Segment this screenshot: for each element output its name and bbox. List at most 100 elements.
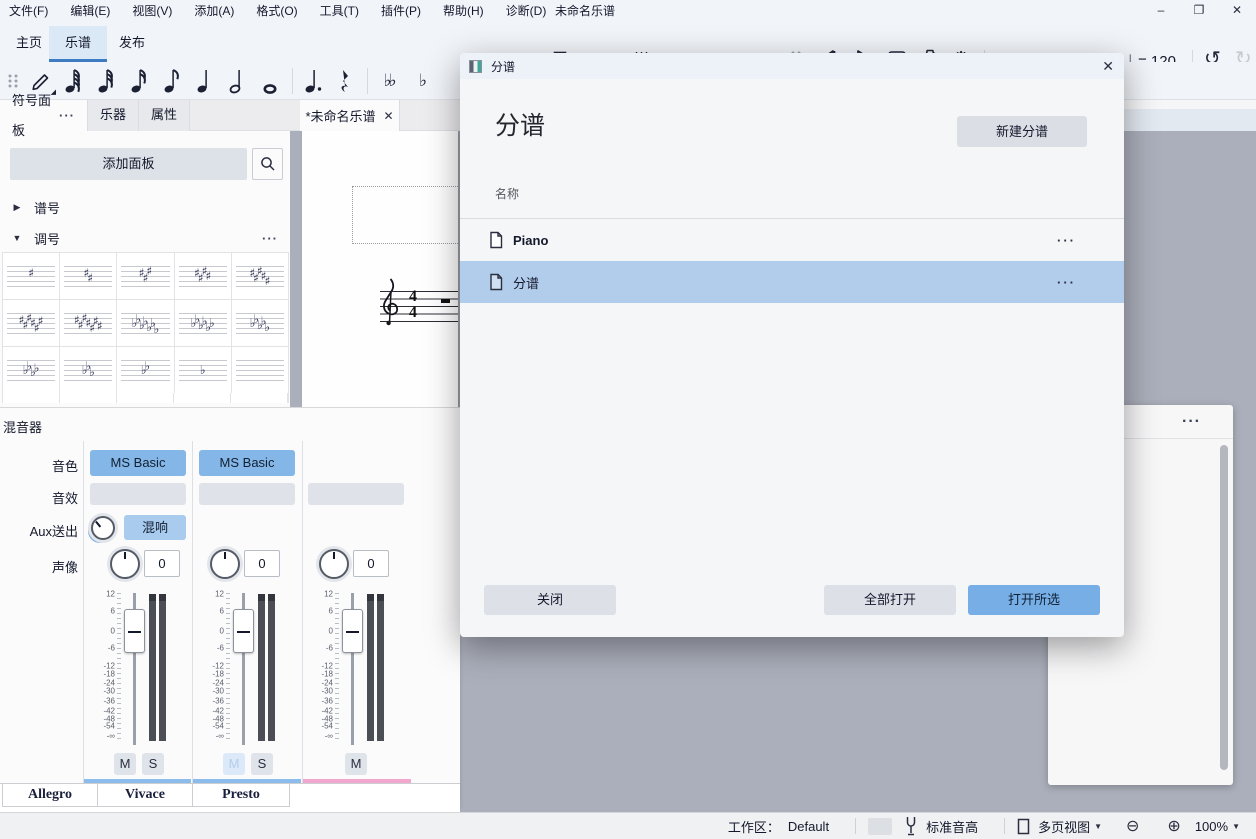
vertical-scrollbar[interactable] (1220, 445, 1228, 770)
note-16th-button[interactable] (123, 64, 156, 98)
tab-publish[interactable]: 发布 (103, 26, 161, 62)
channel1-fader-handle[interactable] (124, 609, 145, 653)
menu-item-1[interactable]: 编辑(E) (61, 0, 123, 21)
augmentation-dot-button[interactable] (297, 64, 330, 98)
part-menu-icon[interactable]: ··· (1057, 275, 1076, 290)
menu-item-7[interactable]: 帮助(H) (434, 0, 497, 21)
view-mode-label[interactable]: 多页视图 (1038, 817, 1090, 836)
add-palettes-button[interactable]: 添加面板 (10, 148, 247, 180)
part-row-selected[interactable]: 分谱 ··· (460, 261, 1124, 303)
channel2-pan-input[interactable]: 0 (244, 550, 280, 577)
whole-note-button[interactable] (255, 64, 288, 98)
menu-item-2[interactable]: 视图(V) (123, 0, 185, 21)
status-square-button[interactable] (868, 818, 892, 835)
page-view-icon[interactable] (1017, 818, 1030, 835)
tempo-cell-allegro[interactable]: Allegro (3, 784, 98, 807)
key-signature-cell-6[interactable]: ♯♯♯♯♯♯♯ (60, 300, 117, 347)
treble-clef-icon[interactable] (379, 277, 399, 327)
menu-item-5[interactable]: 工具(T) (311, 0, 372, 21)
key-signature-cell-2[interactable]: ♯♯♯ (117, 253, 174, 300)
channel1-mute-button[interactable]: M (114, 753, 136, 775)
channel3-mute-button[interactable]: M (345, 753, 367, 775)
zoom-in-icon[interactable]: ⊕ (1167, 816, 1180, 836)
minimize-button[interactable]: – (1142, 3, 1180, 17)
menu-item-6[interactable]: 插件(P) (372, 0, 434, 21)
zoom-caret-icon[interactable]: ▼ (1232, 822, 1240, 831)
quarter-note-button[interactable] (189, 64, 222, 98)
close-button[interactable]: ✕ (1218, 3, 1256, 17)
key-signature-cell-12[interactable]: ♭♭ (117, 347, 174, 394)
key-signature-cell-7[interactable]: ♭♭♭♭♭♭♭ (117, 300, 174, 347)
tab-palettes[interactable]: 符号面板 ··· (0, 100, 88, 131)
menu-item-4[interactable]: 格式(O) (247, 0, 310, 21)
palette-section-key-signatures[interactable]: ▼ 调号 ··· (0, 227, 290, 249)
channel1-aux-knob[interactable] (91, 516, 115, 540)
view-mode-caret-icon[interactable]: ▼ (1094, 822, 1102, 831)
key-signatures-overflow-icon[interactable]: ··· (262, 231, 278, 246)
search-palettes-button[interactable] (252, 148, 283, 180)
channel3-fader-handle[interactable] (342, 609, 363, 653)
part-menu-icon[interactable]: ··· (1057, 233, 1076, 248)
channel3-pan-knob[interactable] (319, 549, 349, 579)
key-signature-cell-10[interactable]: ♭♭♭♭ (3, 347, 60, 394)
channel2-sound-button[interactable]: MS Basic (199, 450, 295, 476)
double-flat-button[interactable]: ♭♭ (372, 64, 405, 98)
channel1-reverb-button[interactable]: 混响 (124, 515, 186, 540)
rest-button[interactable] (330, 64, 363, 98)
key-signature-cell-8[interactable]: ♭♭♭♭♭♭ (175, 300, 232, 347)
note-32nd-button[interactable] (90, 64, 123, 98)
half-note-button[interactable] (222, 64, 255, 98)
channel2-effects-field[interactable] (199, 483, 295, 505)
whole-rest[interactable] (441, 299, 450, 303)
key-signature-cell-14[interactable] (232, 347, 289, 394)
tab-close-icon[interactable]: ✕ (384, 109, 394, 123)
tempo-cell-presto[interactable]: Presto (193, 784, 290, 807)
channel2-mute-button[interactable]: M (223, 753, 245, 775)
channel2-pan-knob[interactable] (210, 549, 240, 579)
channel2-fader-handle[interactable] (233, 609, 254, 653)
tab-properties[interactable]: 属性 (139, 100, 190, 131)
new-part-button[interactable]: 新建分谱 (957, 116, 1087, 147)
maximize-button[interactable]: ❐ (1180, 3, 1218, 17)
channel2-solo-button[interactable]: S (251, 753, 273, 775)
channel1-pan-input[interactable]: 0 (144, 550, 180, 577)
panel-overflow-icon[interactable]: ··· (1182, 413, 1201, 431)
dialog-title-bar[interactable]: 分谱 ✕ (460, 53, 1124, 79)
key-signature-cell-5[interactable]: ♯♯♯♯♯♯ (3, 300, 60, 347)
key-signature-cell-4[interactable]: ♯♯♯♯♯ (232, 253, 289, 300)
workspace-value[interactable]: Default (788, 819, 829, 834)
title-frame[interactable] (352, 186, 458, 244)
channel1-effects-field[interactable] (90, 483, 186, 505)
tab-score[interactable]: 乐谱 (49, 26, 107, 62)
part-row-piano[interactable]: Piano ··· (460, 219, 1124, 261)
note-64th-button[interactable] (57, 64, 90, 98)
channel1-sound-button[interactable]: MS Basic (90, 450, 186, 476)
key-signature-cell-3[interactable]: ♯♯♯♯ (175, 253, 232, 300)
close-dialog-button[interactable]: 关闭 (484, 585, 616, 615)
palette-section-clefs[interactable]: ▶ 谱号 (0, 196, 290, 218)
menu-item-3[interactable]: 添加(A) (185, 0, 247, 21)
time-signature[interactable]: 4 4 (406, 289, 420, 320)
menu-item-0[interactable]: 文件(F) (0, 0, 61, 21)
key-signature-cell-11[interactable]: ♭♭♭ (60, 347, 117, 394)
note-8th-button[interactable] (156, 64, 189, 98)
channel1-solo-button[interactable]: S (142, 753, 164, 775)
dialog-close-icon[interactable]: ✕ (1102, 58, 1114, 75)
zoom-out-icon[interactable]: ⊖ (1126, 816, 1139, 836)
zoom-value[interactable]: 100% (1195, 819, 1228, 834)
tempo-cell-vivace[interactable]: Vivace (98, 784, 193, 807)
tuning-fork-icon[interactable] (904, 816, 918, 836)
concert-pitch-label[interactable]: 标准音高 (926, 817, 978, 836)
menu-item-8[interactable]: 诊断(D) (497, 0, 560, 21)
tab-instruments[interactable]: 乐器 (88, 100, 139, 131)
flat-button[interactable]: ♭ (405, 64, 438, 98)
key-signature-cell-0[interactable]: ♯ (3, 253, 60, 300)
palettes-overflow-icon[interactable]: ··· (59, 101, 75, 131)
key-signature-cell-13[interactable]: ♭ (175, 347, 232, 394)
channel1-pan-knob[interactable] (110, 549, 140, 579)
open-all-button[interactable]: 全部打开 (824, 585, 956, 615)
key-signature-cell-1[interactable]: ♯♯ (60, 253, 117, 300)
score-document-tab[interactable]: *未命名乐谱 ✕ (300, 100, 400, 131)
key-signature-cell-9[interactable]: ♭♭♭♭♭ (232, 300, 289, 347)
channel3-pan-input[interactable]: 0 (353, 550, 389, 577)
